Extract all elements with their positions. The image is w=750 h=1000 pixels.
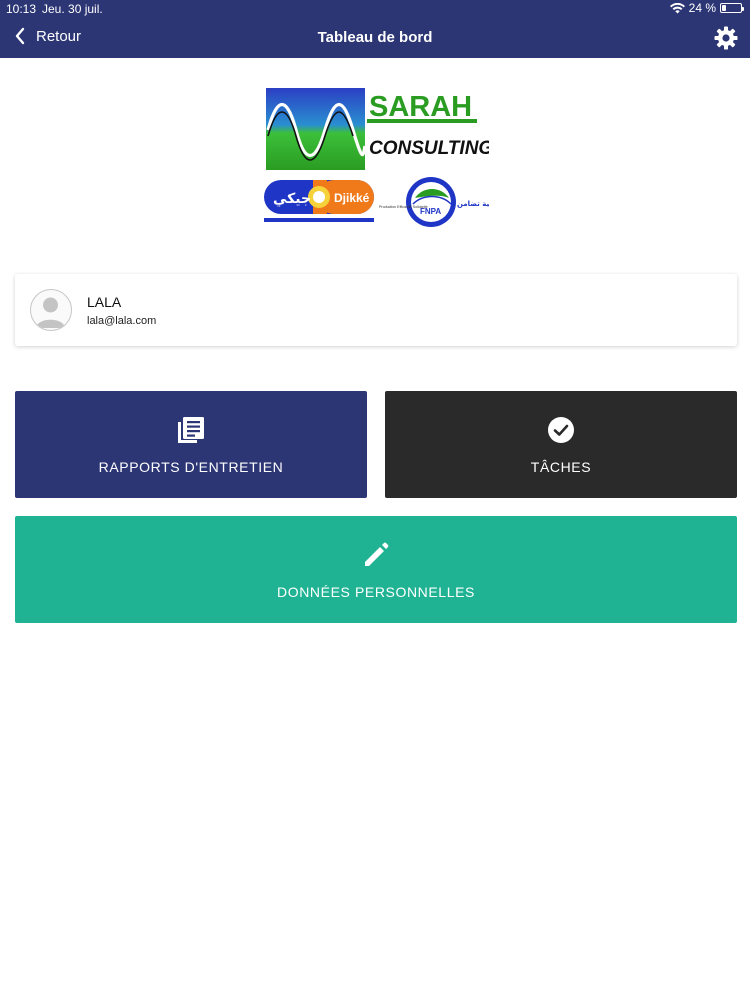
personal-data-label: DONNÉES PERSONNELLES xyxy=(277,583,475,600)
status-bar: 10:13 Jeu. 30 juil. 24 % xyxy=(0,0,750,18)
battery-percent: 24 % xyxy=(688,1,716,15)
logo-partner-tag-ar: إنتاج فعالية تضامن xyxy=(457,200,489,208)
personal-data-button[interactable]: DONNÉES PERSONNELLES xyxy=(15,516,737,623)
profile-email: lala@lala.com xyxy=(87,315,157,327)
status-indicators: 24 % xyxy=(669,1,744,15)
status-time: 10:13 xyxy=(6,2,37,16)
status-date: Jeu. 30 juil. xyxy=(42,2,103,16)
back-button[interactable]: Retour xyxy=(14,27,81,45)
chevron-left-icon xyxy=(15,27,25,45)
logo-partner-left-ar: جيكي xyxy=(273,191,311,207)
maintenance-reports-label: RAPPORTS D'ENTRETIEN xyxy=(98,458,284,475)
wifi-icon xyxy=(669,2,685,14)
check-circle-icon xyxy=(546,415,576,445)
maintenance-reports-button[interactable]: RAPPORTS D'ENTRETIEN xyxy=(15,391,367,498)
tasks-label: TÂCHES xyxy=(530,458,592,475)
document-list-icon xyxy=(176,415,206,445)
tasks-button[interactable]: TÂCHES xyxy=(385,391,737,498)
top-bar: 10:13 Jeu. 30 juil. 24 % Retour Tableau … xyxy=(0,0,750,58)
pencil-icon xyxy=(361,540,391,570)
avatar xyxy=(30,289,72,331)
gear-icon xyxy=(714,26,738,50)
back-label: Retour xyxy=(36,27,82,45)
settings-button[interactable] xyxy=(714,26,738,50)
page-title: Tableau de bord xyxy=(317,29,433,46)
profile-card[interactable]: LALA lala@lala.com xyxy=(15,274,737,346)
logo-partner-left: Djikké xyxy=(334,191,370,205)
company-logo: SARAH CONSULTING جيكي Djikké FNPA Produc… xyxy=(264,88,489,227)
battery-icon xyxy=(720,3,744,13)
logo-brand-bottom: CONSULTING xyxy=(369,138,489,159)
battery-fill xyxy=(722,5,726,11)
logo-partner-tag: Production Efficacité Solidarité xyxy=(379,205,428,209)
user-placeholder-icon xyxy=(36,297,65,328)
logo-brand-top: SARAH xyxy=(369,91,472,123)
profile-name: LALA xyxy=(87,294,122,310)
